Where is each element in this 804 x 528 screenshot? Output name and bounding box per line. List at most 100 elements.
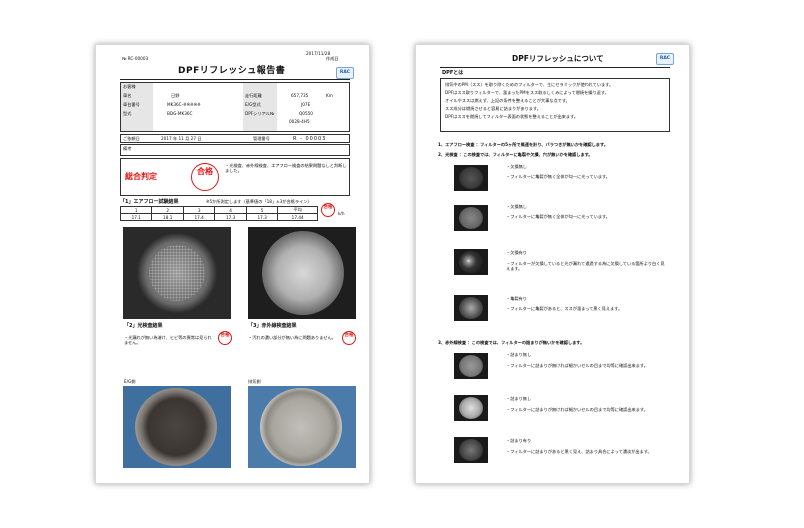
ir-sample-photo	[454, 395, 488, 421]
light-note: ・光漏れが無い為溶け、ヒビ等の異常は見られません。	[124, 335, 212, 345]
request-row: ご依頼日 2017 年 11 月 27 日 管理番号 R - 00003	[120, 134, 350, 143]
eg-side-photo	[123, 386, 231, 468]
ir-note: ・汚れの濃い部分が無い為に問題ありません。	[248, 335, 336, 340]
manage-number: R - 00003	[293, 136, 327, 142]
step1-text: 1、エアフロー検査 ：フィルターの5ヶ所で風速を計り、バラつきが無いかを確認しま…	[438, 142, 608, 147]
request-date: 2017 年 11 月 27 日	[161, 136, 202, 141]
eg-type-value: J07E	[301, 102, 311, 107]
overall-label: 総合判定	[125, 172, 157, 181]
ir-item-desc: ・フィルターに詰まりが無ければ細かいセルの目まで均等に確認出来ます。	[506, 407, 648, 412]
dpf-serial-value: Q0550	[299, 111, 313, 116]
type-label: 型式	[123, 111, 132, 116]
airflow-header: 5	[245, 206, 279, 214]
ir-title: 「3」赤外線検査結果	[248, 323, 297, 329]
light-title: 「2」光検査結果	[124, 323, 163, 329]
light-item-label: ・欠損有り	[506, 250, 527, 255]
vehicle-info-block: お客様 車名 日野 車台番号 MK36C-※※※※※ 型式 BDG-MK36C …	[120, 82, 350, 132]
airflow-title: 「1」エアフロー試験結果	[120, 199, 179, 205]
light-item-desc: ・フィルターに亀裂が無く全体が均一に光っています。	[506, 174, 610, 179]
intro-line: DPFはスス取りフィルターで、溜まったPMをスス取るしくみによって燃焼を繰り返す…	[445, 90, 609, 95]
created-label: 作成日	[326, 56, 339, 61]
title-divider	[440, 67, 670, 68]
step2-text: 2、光検査 ：この検査では、フィルターに亀裂や欠損、穴が無いかを確認します。	[438, 152, 593, 157]
ir-sample-photo	[454, 353, 488, 379]
ir-item-desc: ・フィルターに詰まりがあると黒く見え、詰まり具合によって濃淡が出ます。	[506, 449, 652, 454]
ir-item-label: ・詰まり無し	[506, 352, 532, 357]
airflow-value: 18.1	[151, 213, 184, 221]
ir-inspection-photo	[248, 227, 356, 319]
light-sample-photo	[454, 295, 488, 321]
car-name-value: 日野	[171, 93, 180, 98]
manage-label: 管理番号	[253, 136, 270, 141]
intro-line: 排気中のPM（スス）を取り除くためのフィルターで、主にセラミックが使われています…	[445, 82, 614, 87]
exhaust-side-label: 排気側	[248, 379, 261, 384]
overall-note: ・光検査、赤外線検査、エアフロー検査の結果問題なしと判断しました。	[225, 163, 347, 173]
mileage-value: 657,735	[291, 93, 309, 98]
eg-type-label: E/G型式	[245, 102, 261, 107]
customer-label: お客様	[123, 84, 136, 89]
eg-side-label: E/G側	[124, 379, 136, 384]
airflow-header: 1	[119, 206, 153, 214]
what-is-label: DPFとは	[442, 70, 464, 76]
airflow-note: ※5か所測定します（基準値の「18」±3が合格ライン）	[206, 199, 312, 204]
mileage-unit: Km	[326, 93, 333, 98]
pass-stamp: 合格	[191, 163, 219, 191]
intro-line: スス成分は燃焼させると容易に詰まりがあります。	[445, 106, 541, 111]
dpf-serial-label: DPFシリアル№	[245, 111, 275, 116]
info-sheet: DPFリフレッシュについて RAC DPFとは 排気中のPM（スス）を取り除くた…	[415, 44, 690, 484]
light-item-label: ・欠損無し	[506, 164, 527, 169]
company-logo: RAC	[336, 67, 354, 79]
airflow-value: 17.3	[245, 213, 279, 221]
type-value: BDG-MK36C	[167, 111, 193, 116]
ir-item-label: ・詰まり有り	[506, 438, 532, 443]
model-value: MK36C-※※※※※	[167, 102, 201, 107]
airflow-value-row: 17.1 18.1 17.4 17.3 17.3 17.44	[119, 213, 318, 221]
airflow-table: 1 2 3 4 5 平均 17.1 18.1 17.4 17.3 17.3 17…	[119, 206, 318, 221]
remarks-row: 備考	[120, 144, 350, 156]
dpf-serial-sub: 0028-4H5	[289, 119, 310, 124]
overall-judgement: 総合判定 合格 ・光検査、赤外線検査、エアフロー検査の結果問題なしと判断しました…	[120, 158, 350, 196]
airflow-value: 17.3	[214, 213, 247, 221]
step3-text: 3、赤外線検査 ：この検査では、フィルターの詰まりが無いかを確認します。	[438, 340, 585, 345]
light-item-desc: ・フィルターに亀裂が無く全体が均一に光っています。	[506, 214, 610, 219]
ir-sample-photo	[454, 437, 488, 463]
info-title: DPFリフレッシュについて	[512, 54, 604, 63]
light-inspection-photo	[123, 227, 231, 319]
remarks-label: 備考	[123, 146, 132, 151]
airflow-unit: k/h	[338, 211, 345, 216]
airflow-header-row: 1 2 3 4 5 平均	[119, 206, 318, 214]
airflow-value: 17.44	[277, 213, 318, 221]
light-sample-photo	[454, 249, 488, 275]
intro-line: オイルやススは燃えず、上記の条件を整えることが大事な点です。	[445, 98, 570, 103]
ir-item-label: ・詰まり無し	[506, 396, 532, 401]
airflow-header: 平均	[277, 206, 318, 214]
airflow-pass-stamp: 合格	[321, 203, 335, 217]
light-sample-photo	[454, 205, 488, 231]
ir-pass-stamp: 合格	[342, 331, 356, 345]
intro-box: 排気中のPM（スス）を取り除くためのフィルターで、主にセラミックが使われています…	[440, 78, 670, 132]
created-date: 2017/11/28	[306, 51, 331, 56]
mileage-label: 走行距離	[245, 93, 262, 98]
title-divider	[120, 79, 350, 80]
light-pass-stamp: 合格	[218, 331, 232, 345]
light-sample-photo	[454, 165, 488, 191]
light-item-label: ・亀裂有り	[506, 296, 527, 301]
car-name-label: 車名	[123, 93, 132, 98]
report-sheet: № RC-00003 作成日 2017/11/28 DPFリフレッシュ報告書 R…	[95, 44, 370, 484]
ir-item-desc: ・フィルターに詰まりが無ければ細かいセルの目まで均等に確認出来ます。	[506, 363, 648, 368]
airflow-header: 3	[182, 206, 216, 214]
report-title: DPFリフレッシュ報告書	[178, 66, 286, 76]
report-number: № RC-00003	[122, 56, 149, 61]
light-item-desc: ・フィルターが欠損していると光が漏れて通過する為に欠損している箇所より白く見えま…	[506, 261, 665, 271]
company-logo: RAC	[656, 53, 674, 65]
request-date-label: ご依頼日	[123, 136, 140, 141]
light-item-label: ・欠損無し	[506, 204, 527, 209]
airflow-value: 17.4	[182, 213, 216, 221]
airflow-header: 4	[214, 206, 247, 214]
light-item-desc: ・フィルターに亀裂があると、ススが溜まって黒く見えます。	[506, 306, 623, 311]
intro-line: DPFはススを燃焼してフィルター表面の状態を整えることが出来ます。	[445, 114, 579, 119]
airflow-header: 2	[151, 206, 184, 214]
exhaust-side-photo	[248, 386, 356, 468]
airflow-value: 17.1	[119, 213, 153, 221]
model-label: 車台番号	[123, 102, 140, 107]
